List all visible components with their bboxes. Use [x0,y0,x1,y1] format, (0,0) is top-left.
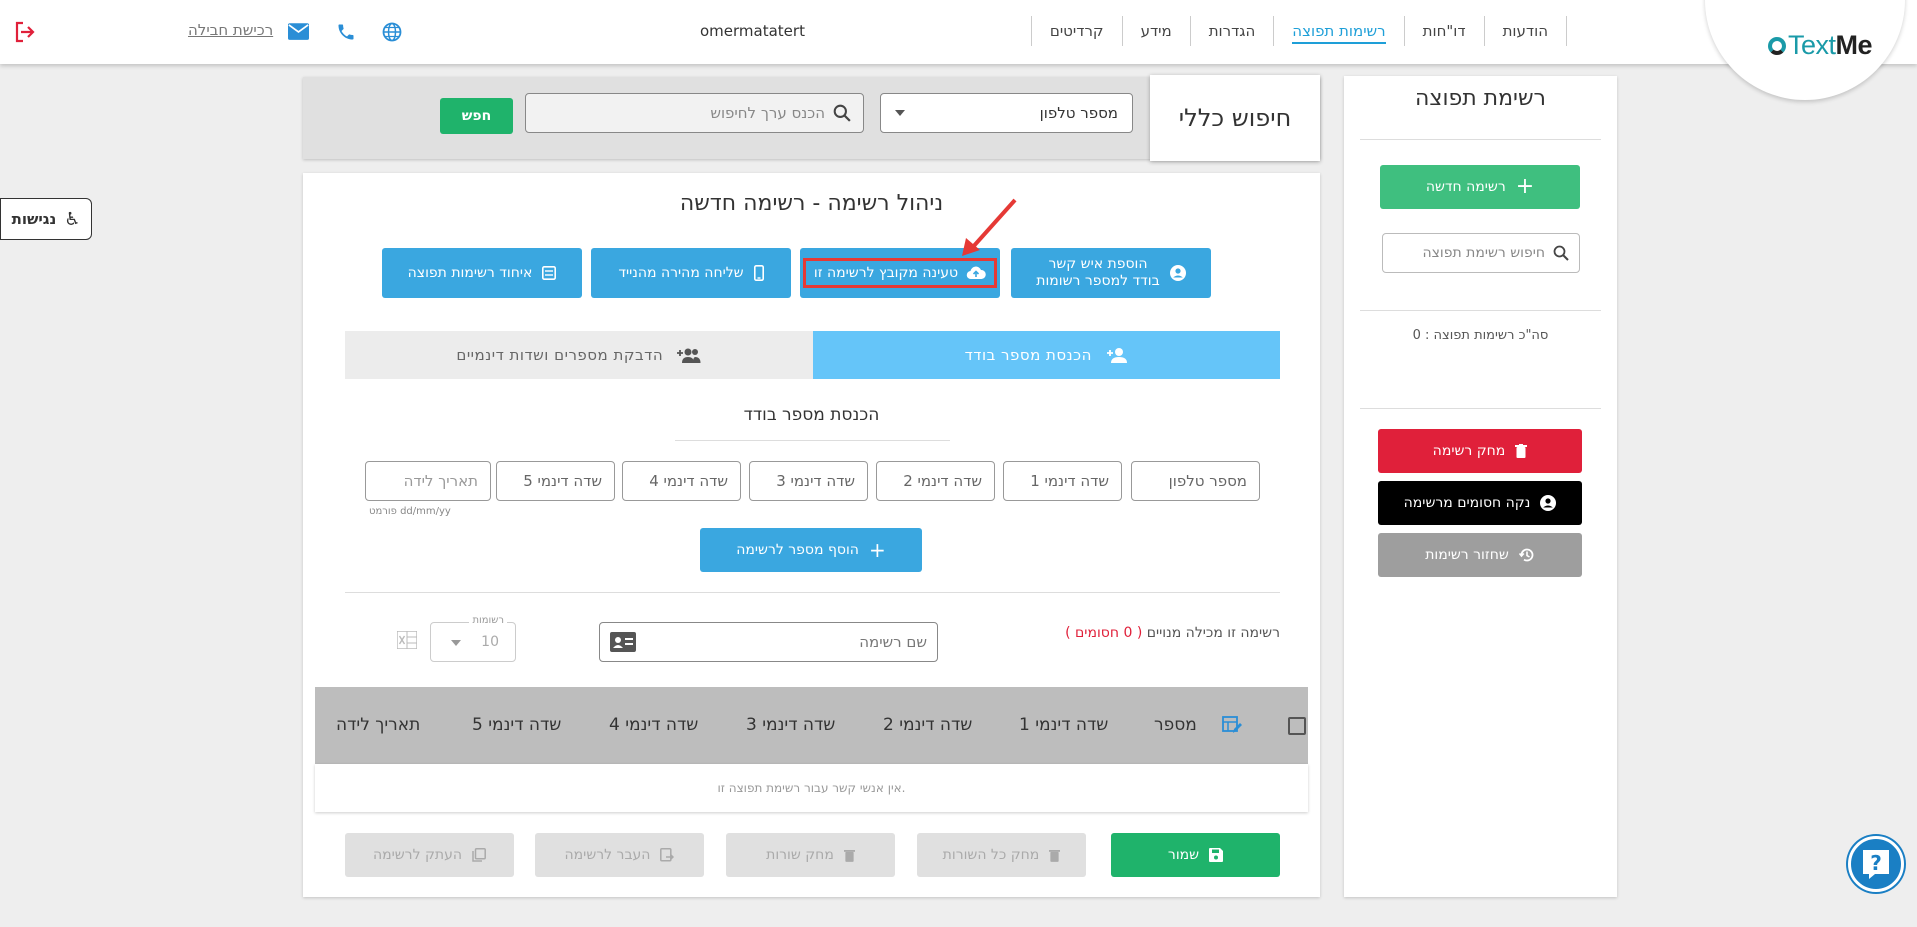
column-header[interactable]: תאריך לידה [336,715,420,735]
buy-package-link[interactable]: רכישת חבילה [188,21,273,39]
column-header[interactable]: שדה דינמי 2 [883,715,972,735]
logo-icon [1767,37,1786,55]
search-icon [1553,245,1569,261]
contact-card-icon [610,632,636,652]
help-button[interactable]: ? [1848,836,1904,892]
add-contact-button[interactable]: הוספת איש קשר בודד למספר רשומות [1011,248,1211,298]
contacts-table-header: מספר שדה דינמי 1 שדה דינמי 2 שדה דינמי 3… [315,687,1308,764]
dynamic-field-4[interactable]: שדה דינמי 4 [622,461,741,501]
column-header[interactable]: שדה דינמי 3 [746,715,835,735]
nav-settings[interactable]: הגדרות [1189,16,1274,46]
cloud-upload-icon [966,266,986,280]
move-to-list-button[interactable]: העבר לרשימה [535,833,704,877]
move-icon [660,848,675,862]
add-number-button[interactable]: הוסף מספר לרשימה + [700,528,922,572]
tab-single-number[interactable]: הכנסת מספר בודד [812,331,1280,379]
excel-export-icon[interactable] [396,630,418,653]
nav-credits[interactable]: קרדיטים [1030,16,1122,46]
sidebar: רשימת תפוצה רשימה חדשה + חיפוש רשימת תפו… [1344,76,1617,897]
delete-all-rows-button[interactable]: מחק כל השורות [917,833,1086,877]
select-all-checkbox[interactable] [1288,717,1306,735]
divider [345,592,1280,593]
dynamic-field-2[interactable]: שדה דינמי 2 [876,461,995,501]
trash-icon [1515,444,1528,458]
save-button[interactable]: שמור [1111,833,1280,877]
history-icon [1518,548,1534,562]
person-add-icon [1106,348,1127,363]
group-add-icon [677,348,701,363]
accessibility-button[interactable]: נגישות ♿ [0,198,92,240]
copy-to-list-button[interactable]: העתק לרשימה [345,833,514,877]
new-list-button[interactable]: רשימה חדשה + [1380,165,1580,209]
divider [1360,310,1601,311]
svg-text:?: ? [1870,851,1882,875]
logout-icon[interactable] [15,21,35,47]
plus-icon: + [868,538,886,562]
account-circle-icon [1540,495,1557,511]
main-nav: הודעות דו"חות רשימות תפוצה הגדרות מידע ק… [1030,16,1567,46]
globe-icon[interactable] [382,22,402,46]
username: omermatatert [700,22,805,40]
trash-icon [843,849,855,862]
edit-table-icon[interactable] [1222,715,1242,740]
search-field-select[interactable]: מספר טלפון [880,93,1133,133]
mail-icon[interactable] [288,23,309,44]
lists-total: סה"כ רשימות תפוצה : 0 [1412,328,1549,343]
divider [675,440,950,441]
dropdown-arrow-icon [451,640,461,646]
column-header[interactable]: שדה דינמי 5 [472,715,561,735]
logo[interactable]: TextMe [1767,30,1872,61]
list-name-input[interactable]: שם רשימה [599,622,938,662]
trash-icon [1049,849,1061,862]
copy-icon [472,848,486,862]
account-circle-icon [1169,265,1186,281]
input-mode-tabs: הכנסת מספר בודד הדבקת מספרים ושדות דינמי… [345,331,1280,379]
sidebar-title: רשימת תפוצה [1415,86,1546,111]
search-icon [833,104,851,122]
floppy-disk-icon [1209,848,1224,862]
quick-send-button[interactable]: שליחה מהירה מהנייד [591,248,791,298]
date-format-hint: פורמט dd/mm/yy [369,506,451,517]
phone-icon[interactable] [336,22,356,46]
column-header[interactable]: שדה דינמי 4 [609,715,698,735]
highlight-box: טעינה מקובץ לרשימה זו [803,258,997,288]
delete-rows-button[interactable]: מחק שורות [726,833,895,877]
empty-table-message: אין אנשי קשר עבור רשימת תפוצה זו. [315,764,1308,812]
divider [1360,408,1601,409]
nav-distribution-lists[interactable]: רשימות תפוצה [1273,16,1403,46]
delete-list-button[interactable]: מחק רשימה [1378,429,1582,473]
restore-lists-button[interactable]: שחזור רשימות [1378,533,1582,577]
nav-reports[interactable]: דו"חות [1403,16,1484,46]
search-button[interactable]: חפש [440,98,513,134]
column-header[interactable]: מספר [1154,715,1197,735]
annotation-arrow-icon [960,196,1020,262]
dropdown-arrow-icon [895,110,905,116]
help-icon: ? [1863,850,1889,879]
merge-lists-button[interactable]: איחוד רשימות תפוצה [382,248,582,298]
page-title: ניהול רשימה - רשימה חדשה [679,191,944,216]
tab-paste-numbers[interactable]: הדבקת מספרים ושדות דינמיים [345,331,813,379]
rows-per-page-select[interactable]: רשומות 10 [430,615,516,662]
single-number-title: הכנסת מספר בודד [743,405,880,425]
accessibility-icon: ♿ [64,208,81,230]
dynamic-field-5[interactable]: שדה דינמי 5 [496,461,615,501]
plus-icon: + [1515,174,1535,199]
list-management-card: ניהול רשימה - רשימה חדשה הוספת איש קשר בו… [303,173,1320,897]
divider [1360,139,1601,140]
clear-blocked-button[interactable]: נקה חסומים מרשימה [1378,481,1582,525]
phone-field[interactable]: מספר טלפון [1131,461,1260,501]
dynamic-field-3[interactable]: שדה דינמי 3 [749,461,868,501]
blocked-count: ( 0 חסומים ) [1065,625,1143,641]
sidebar-search-input[interactable]: חיפוש רשימת תפוצה [1382,233,1580,273]
nav-messages[interactable]: הודעות [1483,16,1567,46]
global-search-title: חיפוש כללי [1150,75,1320,161]
merge-icon [542,266,557,280]
nav-info[interactable]: מידע [1121,16,1190,46]
dynamic-field-1[interactable]: שדה דינמי 1 [1003,461,1122,501]
search-input[interactable]: הכנס ערך לחיפוש [525,93,864,133]
column-header[interactable]: שדה דינמי 1 [1019,715,1108,735]
birthdate-field[interactable]: תאריך לידה [365,461,491,501]
mobile-phone-icon [753,265,764,281]
